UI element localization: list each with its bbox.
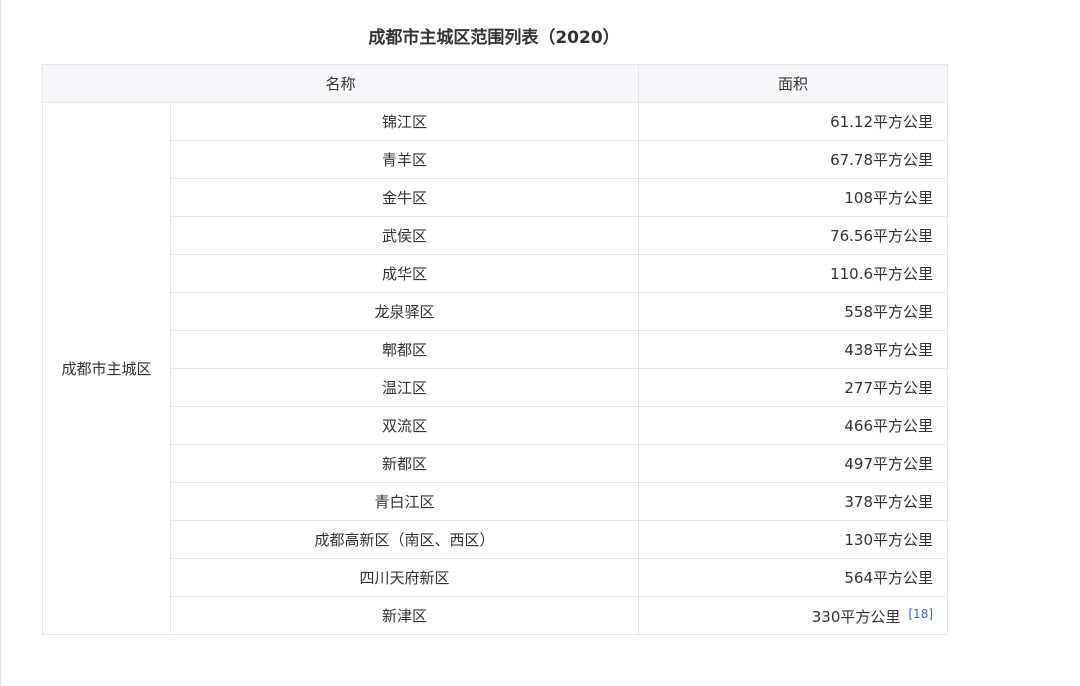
district-area: 67.78平方公里 <box>638 140 949 179</box>
table-header-row: 名称 面积 <box>41 64 949 103</box>
district-area: 466平方公里 <box>638 406 949 445</box>
area-value: 61.12平方公里 <box>830 112 934 131</box>
district-name: 新津区 <box>169 596 640 635</box>
area-value: 564平方公里 <box>844 568 934 587</box>
table-row: 新津区 330平方公里 [18] <box>43 596 949 635</box>
table-row: 四川天府新区 564平方公里 <box>43 558 949 597</box>
header-name: 名称 <box>41 64 640 103</box>
district-area: 130平方公里 <box>638 520 949 559</box>
table-body: 成都市主城区 锦江区 61.12平方公里青羊区 67.78平方公里金牛区 108平方公里… <box>42 102 949 635</box>
page-left-border <box>0 0 1 686</box>
area-value: 108平方公里 <box>844 188 934 207</box>
area-value: 67.78平方公里 <box>830 150 934 169</box>
district-name: 青羊区 <box>169 140 640 179</box>
area-value: 378平方公里 <box>844 492 934 511</box>
district-area: 108平方公里 <box>638 178 949 217</box>
district-name: 青白江区 <box>169 482 640 521</box>
district-area: 110.6平方公里 <box>638 254 949 293</box>
table-row: 成华区 110.6平方公里 <box>43 254 949 293</box>
district-name: 成华区 <box>169 254 640 293</box>
district-name: 锦江区 <box>169 102 640 141</box>
area-value: 558平方公里 <box>844 302 934 321</box>
table-row: 郫都区 438平方公里 <box>43 330 949 369</box>
district-name: 新都区 <box>169 444 640 483</box>
table-row: 温江区 277平方公里 <box>43 368 949 407</box>
table-row: 龙泉驿区 558平方公里 <box>43 292 949 331</box>
area-value: 438平方公里 <box>844 340 934 359</box>
area-value: 330平方公里 <box>811 608 901 626</box>
district-area: 61.12平方公里 <box>638 102 949 141</box>
table-row: 新都区 497平方公里 <box>43 444 949 483</box>
table-row: 武侯区 76.56平方公里 <box>43 216 949 255</box>
district-area: 564平方公里 <box>638 558 949 597</box>
district-area: 558平方公里 <box>638 292 949 331</box>
district-area: 76.56平方公里 <box>638 216 949 255</box>
district-area: 438平方公里 <box>638 330 949 369</box>
area-value: 497平方公里 <box>844 454 934 473</box>
area-value: 76.56平方公里 <box>830 226 934 245</box>
districts-table: 名称 面积 成都市主城区 锦江区 61.12平方公里青羊区 67.78平方公里金牛区 1… <box>41 64 949 635</box>
reference-link[interactable]: [18] <box>908 607 933 621</box>
table-row: 成都市主城区 锦江区 61.12平方公里 <box>42 102 949 635</box>
district-name: 金牛区 <box>169 178 640 217</box>
district-name: 四川天府新区 <box>169 558 640 597</box>
district-area: 277平方公里 <box>638 368 949 407</box>
district-area: 378平方公里 <box>638 482 949 521</box>
district-name: 成都高新区（南区、西区） <box>169 520 640 559</box>
district-name: 龙泉驿区 <box>169 292 640 331</box>
area-value: 130平方公里 <box>844 530 934 549</box>
district-name: 武侯区 <box>169 216 640 255</box>
area-value: 466平方公里 <box>844 416 934 435</box>
group-label: 成都市主城区 <box>42 102 171 635</box>
table-row: 双流区 466平方公里 <box>43 406 949 445</box>
district-area: 330平方公里 [18] <box>638 596 949 635</box>
district-area: 497平方公里 <box>638 444 949 483</box>
table-row: 金牛区 108平方公里 <box>43 178 949 217</box>
district-name: 郫都区 <box>169 330 640 369</box>
district-name: 双流区 <box>169 406 640 445</box>
area-value: 110.6平方公里 <box>830 264 934 283</box>
header-area: 面积 <box>638 64 949 103</box>
table-row: 青羊区 67.78平方公里 <box>43 140 949 179</box>
area-value: 277平方公里 <box>844 378 934 397</box>
table-row: 成都高新区（南区、西区） 130平方公里 <box>43 520 949 559</box>
table-row: 青白江区 378平方公里 <box>43 482 949 521</box>
district-name: 温江区 <box>169 368 640 407</box>
table-caption: 成都市主城区范围列表（2020） <box>368 28 620 48</box>
